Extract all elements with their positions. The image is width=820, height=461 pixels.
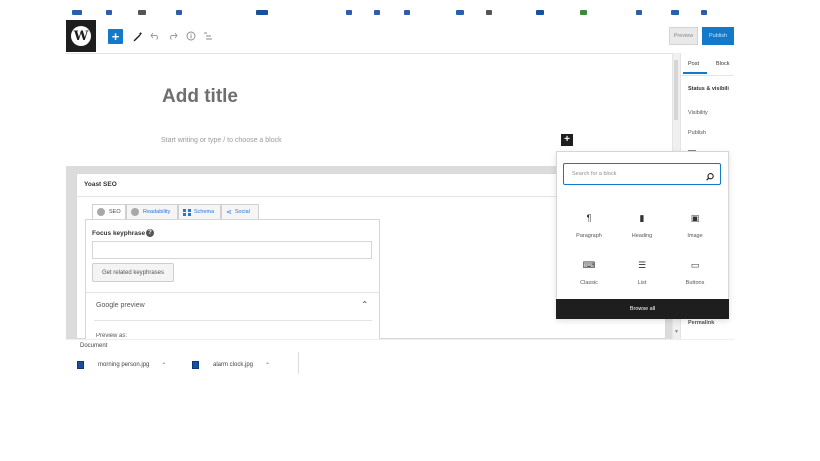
info-icon[interactable] [184,28,198,44]
get-related-keyphrases-button[interactable]: Get related keyphrases [92,263,174,282]
block-item-paragraph[interactable]: ¶ Paragraph [564,211,614,251]
block-item-label: Image [687,233,703,239]
bookmark-icon: ▮ [639,212,645,223]
chevron-up-icon[interactable]: ⌄ [361,298,369,309]
list-icon: ☰ [637,259,647,270]
tab-seo-label: SEO [109,209,121,215]
block-search-placeholder: Search for a block [572,171,617,177]
browser-chrome-strip [66,8,734,18]
header-divider [66,53,734,54]
tab-schema[interactable]: Schema [178,204,221,220]
chevron-down-icon[interactable]: ⌃ [161,362,166,369]
scrollbar-down-arrow-icon[interactable]: ▼ [674,329,679,335]
scrollbar-thumb[interactable] [674,60,678,120]
paragraph-icon: ¶ [586,213,592,223]
publish-date-label: Publish [688,130,707,136]
keyboard-icon: ⌨ [582,259,596,270]
tab-readability-label: Readability [143,209,171,215]
sidebar-divider [680,75,734,76]
tab-post[interactable]: Post [688,61,699,67]
download-filename: morning person.jpg [98,362,150,368]
image-file-icon [192,361,199,369]
permalink-panel-toggle[interactable]: Permalink [688,320,714,326]
visibility-label: Visibility [688,110,708,116]
tab-social-label: Social [234,209,250,215]
wordpress-logo-button[interactable]: W [66,20,96,52]
focus-keyphrase-input[interactable] [92,241,372,259]
download-bar-divider [66,339,734,340]
image-file-icon [77,361,84,369]
download-item[interactable]: alarm clock.jpg ⌃ [192,354,270,376]
block-inserter-toggle-button[interactable]: + [108,29,123,44]
download-separator [298,352,299,374]
publish-button[interactable]: Publish [702,27,734,45]
yoast-panel-title[interactable]: Yoast SEO [84,181,117,188]
block-item-image[interactable]: ▣ Image [670,211,720,251]
block-item-label: Paragraph [576,233,602,239]
default-block-appender[interactable]: Start writing or type / to choose a bloc… [161,137,282,144]
seo-score-dot-icon [97,208,105,216]
redo-icon[interactable] [166,28,180,44]
image-icon: ▣ [690,212,700,223]
download-filename: alarm clock.jpg [213,362,254,368]
tab-social[interactable]: ⋖ Social [221,204,259,220]
download-item[interactable]: morning person.jpg ⌃ [77,354,166,376]
post-title-input[interactable]: Add title [162,86,238,108]
button-icon: ▭ [690,259,700,270]
list-view-icon[interactable] [201,28,215,44]
block-item-label: Buttons [685,280,705,286]
tab-readability[interactable]: Readability [126,204,178,220]
readability-score-dot-icon [131,208,139,216]
focus-keyphrase-label: Focus keyphrase [92,230,146,237]
document-label: Document [80,343,108,349]
block-item-heading[interactable]: ▮ Heading [617,211,667,251]
preview-button[interactable]: Preview [669,27,698,45]
tab-seo[interactable]: SEO [92,204,126,220]
chevron-down-icon[interactable]: ⌃ [265,362,270,369]
share-icon: ⋖ [226,209,232,216]
pencil-icon[interactable] [130,28,144,44]
wordpress-logo-icon: W [71,26,91,46]
block-item-label: List [637,280,647,286]
google-preview-toggle[interactable]: Google preview [96,302,145,309]
yoast-section-divider [85,292,380,293]
undo-icon[interactable] [148,28,162,44]
block-item-label: Classic [580,280,598,286]
grid-icon [183,208,191,216]
google-preview-divider [94,320,372,321]
tab-block[interactable]: Block [716,61,729,67]
tab-schema-label: Schema [194,209,215,215]
block-item-buttons[interactable]: ▭ Buttons [670,258,720,298]
block-item-list[interactable]: ☰ List [617,258,667,298]
help-icon[interactable]: ? [146,229,154,237]
status-visibility-panel-toggle[interactable]: Status & visibili [688,86,729,92]
add-block-button[interactable]: + [561,134,573,146]
block-item-classic[interactable]: ⌨ Classic [564,258,614,298]
block-item-label: Heading [631,233,653,239]
search-icon[interactable] [705,169,715,181]
active-tab-indicator [683,72,707,74]
browse-all-button[interactable]: Browse all [556,299,729,319]
block-search-input[interactable]: Search for a block [563,163,721,185]
